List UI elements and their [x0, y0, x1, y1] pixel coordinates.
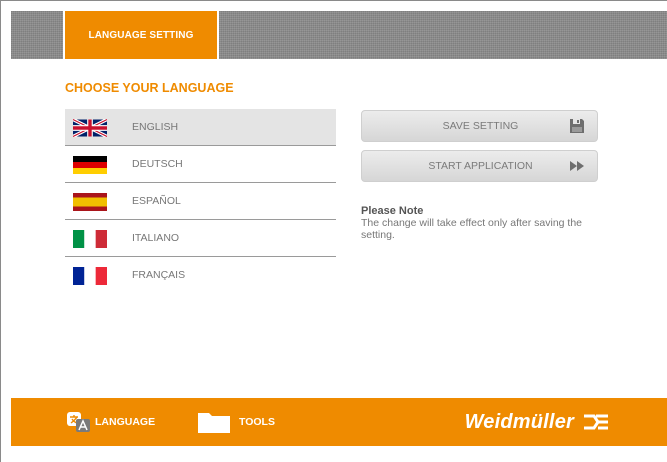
- language-item-espanol[interactable]: ESPAÑOL: [65, 183, 336, 220]
- tab-language-setting-label: LANGUAGE SETTING: [88, 29, 194, 41]
- footer-language-button[interactable]: LANGUAGE: [65, 398, 155, 446]
- save-setting-label: SAVE SETTING: [442, 120, 519, 132]
- page-title: CHOOSE YOUR LANGUAGE: [65, 81, 234, 95]
- fast-forward-icon: [569, 158, 585, 174]
- france-flag-icon: [73, 267, 107, 285]
- top-bar: LANGUAGE SETTING: [11, 11, 667, 59]
- language-item-english[interactable]: ENGLISH: [65, 109, 336, 146]
- tab-language-setting[interactable]: LANGUAGE SETTING: [63, 11, 219, 59]
- language-list: ENGLISH DEUTSCH ESPAÑOL ITALIANO FRANÇAI…: [65, 109, 336, 294]
- language-item-francais[interactable]: FRANÇAIS: [65, 257, 336, 294]
- floppy-disk-icon: [569, 118, 585, 134]
- folder-icon: [197, 410, 231, 434]
- translate-icon: [65, 410, 93, 434]
- language-label: DEUTSCH: [132, 158, 183, 170]
- app-window: LANGUAGE SETTING CHOOSE YOUR LANGUAGE EN…: [0, 0, 667, 462]
- language-label: ITALIANO: [132, 232, 180, 244]
- language-item-italiano[interactable]: ITALIANO: [65, 220, 336, 257]
- note-text: The change will take effect only after s…: [361, 217, 583, 241]
- note-title: Please Note: [361, 205, 424, 217]
- language-label: ESPAÑOL: [132, 195, 181, 207]
- save-setting-button[interactable]: SAVE SETTING: [361, 110, 598, 142]
- uk-flag-icon: [73, 119, 107, 137]
- language-label: ENGLISH: [132, 121, 179, 133]
- start-application-button[interactable]: START APPLICATION: [361, 150, 598, 182]
- footer-tools-button[interactable]: TOOLS: [197, 398, 275, 446]
- footer-bar: LANGUAGE TOOLS Weidmüller: [11, 398, 667, 446]
- brand-name: Weidmüller: [464, 410, 574, 433]
- germany-flag-icon: [73, 156, 107, 174]
- italy-flag-icon: [73, 230, 107, 248]
- language-item-deutsch[interactable]: DEUTSCH: [65, 146, 336, 183]
- footer-language-label: LANGUAGE: [95, 416, 156, 428]
- language-label: FRANÇAIS: [132, 269, 186, 281]
- start-application-label: START APPLICATION: [428, 160, 533, 172]
- footer-tools-label: TOOLS: [239, 416, 275, 428]
- brand-logo: Weidmüller: [465, 408, 610, 436]
- spain-flag-icon: [73, 193, 107, 211]
- weidmuller-logo-icon: [582, 412, 610, 432]
